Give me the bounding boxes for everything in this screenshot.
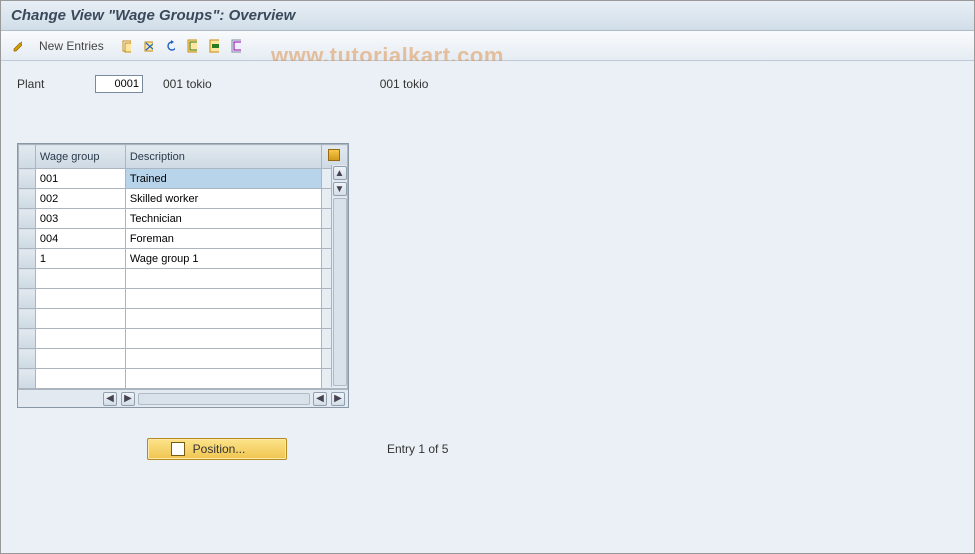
table-settings-icon[interactable] <box>328 149 340 161</box>
plant-row: Plant 001 tokio 001 tokio <box>17 75 958 93</box>
column-header-description[interactable]: Description <box>125 145 321 169</box>
wage-group-cell[interactable] <box>36 189 125 208</box>
description-cell[interactable] <box>126 269 321 288</box>
row-selector[interactable] <box>19 249 36 269</box>
description-cell[interactable] <box>126 369 321 388</box>
description-cell[interactable] <box>126 349 321 368</box>
row-selector[interactable] <box>19 329 36 349</box>
wage-group-cell[interactable] <box>36 289 125 308</box>
row-selector[interactable] <box>19 349 36 369</box>
wage-group-cell[interactable] <box>36 349 125 368</box>
plant-input[interactable] <box>95 75 143 93</box>
row-selector[interactable] <box>19 369 36 389</box>
table-row <box>19 369 348 389</box>
wage-group-cell[interactable] <box>36 329 125 348</box>
position-icon <box>171 442 185 456</box>
content-area: Plant 001 tokio 001 tokio Wage group Des… <box>1 61 974 553</box>
table-row <box>19 329 348 349</box>
scroll-right-icon[interactable]: ▶ <box>121 392 135 406</box>
description-cell[interactable] <box>126 209 321 228</box>
entry-counter-text: Entry 1 of 5 <box>387 442 448 456</box>
vertical-scroll-track[interactable] <box>333 198 347 386</box>
row-selector[interactable] <box>19 309 36 329</box>
wage-group-cell[interactable] <box>36 169 125 188</box>
scroll-down-icon[interactable]: ▼ <box>333 182 347 196</box>
description-cell[interactable] <box>126 189 321 208</box>
column-header-wage-group[interactable]: Wage group <box>35 145 125 169</box>
undo-change-icon[interactable] <box>162 38 178 54</box>
position-button-label: Position... <box>193 442 246 456</box>
new-entries-button[interactable]: New Entries <box>31 37 112 55</box>
table-row <box>19 169 348 189</box>
position-button[interactable]: Position... <box>147 438 287 460</box>
row-selector[interactable] <box>19 229 36 249</box>
table-row <box>19 229 348 249</box>
select-block-icon[interactable] <box>206 38 222 54</box>
description-cell[interactable] <box>126 169 321 188</box>
page-title: Change View "Wage Groups": Overview <box>1 1 974 31</box>
delete-icon[interactable] <box>140 38 156 54</box>
plant-label: Plant <box>17 77 77 91</box>
select-all-icon[interactable] <box>184 38 200 54</box>
deselect-all-icon[interactable] <box>228 38 244 54</box>
plant-description-1: 001 tokio <box>163 77 212 91</box>
wage-group-cell[interactable] <box>36 369 125 388</box>
table-row <box>19 209 348 229</box>
description-cell[interactable] <box>126 309 321 328</box>
scroll-right-end-icon[interactable]: ▶ <box>331 392 345 406</box>
scroll-up-icon[interactable]: ▲ <box>333 166 347 180</box>
select-all-header[interactable] <box>19 145 36 169</box>
toggle-display-change-icon[interactable] <box>9 38 25 54</box>
wage-group-cell[interactable] <box>36 269 125 288</box>
horizontal-scrollbar[interactable]: ◀ ▶ ◀ ▶ <box>18 389 348 407</box>
copy-as-icon[interactable] <box>118 38 134 54</box>
row-selector[interactable] <box>19 189 36 209</box>
row-selector[interactable] <box>19 289 36 309</box>
table-header-row: Wage group Description <box>19 145 348 169</box>
row-selector[interactable] <box>19 209 36 229</box>
description-cell[interactable] <box>126 249 321 268</box>
table-row <box>19 189 348 209</box>
plant-description-2: 001 tokio <box>380 77 429 91</box>
table-row <box>19 349 348 369</box>
row-selector[interactable] <box>19 169 36 189</box>
description-cell[interactable] <box>126 329 321 348</box>
wage-group-table: Wage group Description ▲ ▼ ◀ ▶ ◀ ▶ <box>17 143 349 408</box>
vertical-scrollbar[interactable]: ▲ ▼ <box>331 165 347 387</box>
scroll-left-icon[interactable]: ◀ <box>103 392 117 406</box>
row-selector[interactable] <box>19 269 36 289</box>
table-row <box>19 309 348 329</box>
footer-row: Position... Entry 1 of 5 <box>17 438 958 460</box>
wage-group-cell[interactable] <box>36 249 125 268</box>
wage-group-cell[interactable] <box>36 309 125 328</box>
scroll-left-end-icon[interactable]: ◀ <box>313 392 327 406</box>
table-row <box>19 289 348 309</box>
toolbar: New Entries <box>1 31 974 61</box>
wage-group-cell[interactable] <box>36 229 125 248</box>
description-cell[interactable] <box>126 289 321 308</box>
wage-group-cell[interactable] <box>36 209 125 228</box>
horizontal-scroll-track[interactable] <box>138 393 310 405</box>
description-cell[interactable] <box>126 229 321 248</box>
table-row <box>19 249 348 269</box>
table-row <box>19 269 348 289</box>
